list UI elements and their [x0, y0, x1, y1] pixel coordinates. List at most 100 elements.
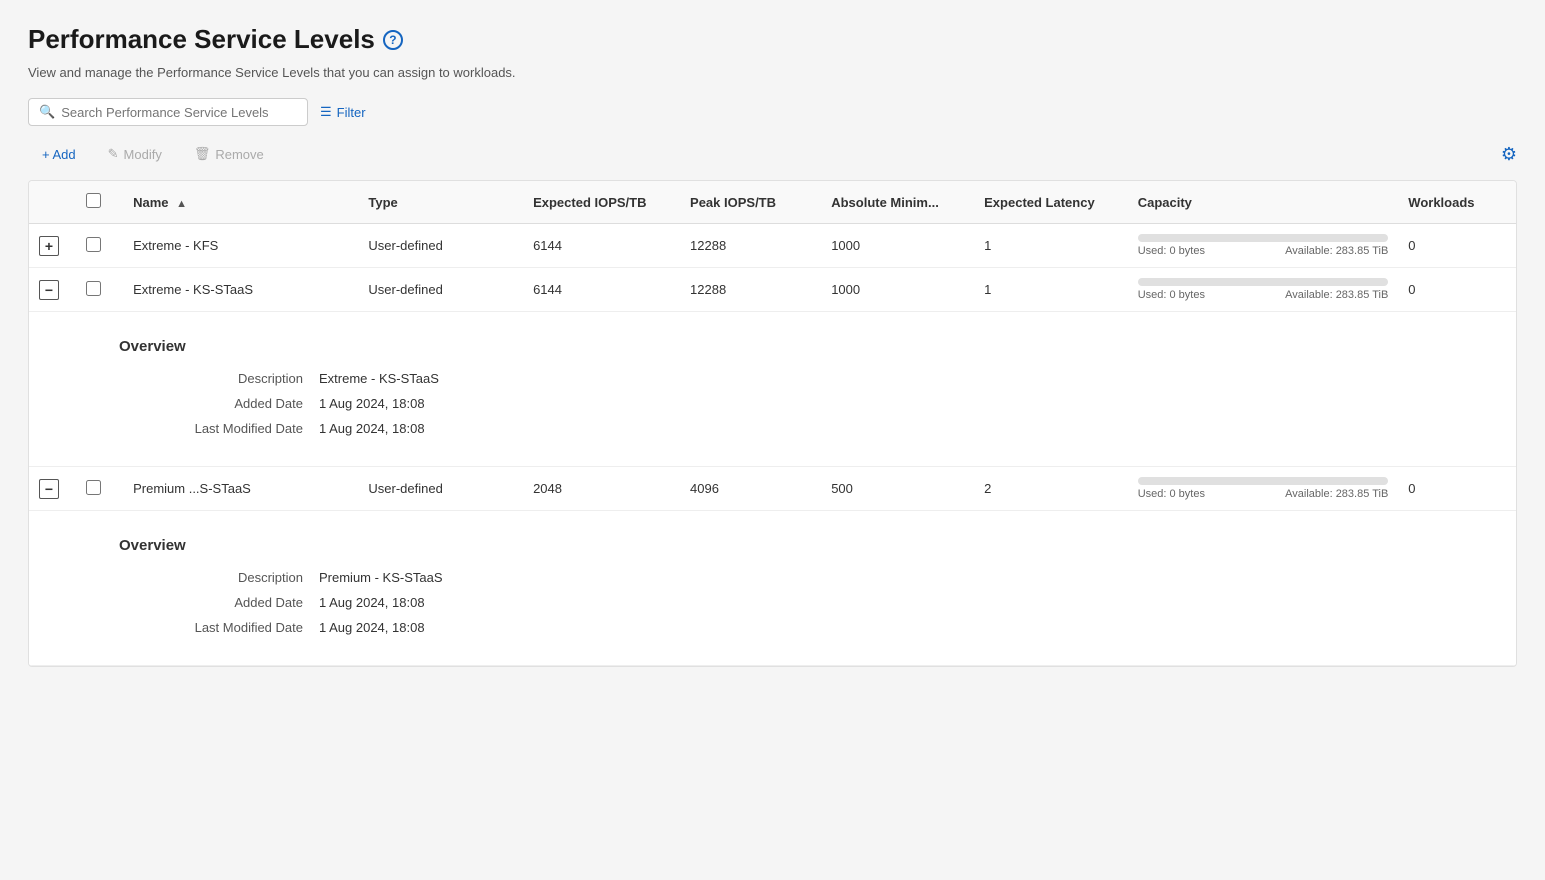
- col-header-type: Type: [358, 181, 523, 224]
- description-label: Description: [119, 371, 319, 386]
- row-checkbox[interactable]: [86, 480, 101, 495]
- capacity-used: Used: 0 bytes: [1138, 289, 1205, 301]
- check-cell: [76, 224, 123, 268]
- select-all-checkbox[interactable]: [86, 193, 101, 208]
- latency-cell: 1: [974, 224, 1128, 268]
- check-cell: [76, 467, 123, 511]
- capacity-available: Available: 283.85 TiB: [1285, 245, 1388, 257]
- row-name: Premium ...S-STaaS: [133, 481, 251, 496]
- capacity-bar: [1138, 278, 1389, 286]
- search-input[interactable]: [61, 105, 297, 120]
- row-latency: 1: [984, 282, 991, 297]
- peak-iops-cell: 12288: [680, 268, 821, 312]
- type-cell: User-defined: [358, 467, 523, 511]
- detail-section: Overview Description Extreme - KS-STaaS …: [39, 322, 1506, 456]
- abs-min-cell: 500: [821, 467, 974, 511]
- detail-cell: Overview Description Premium - KS-STaaS …: [29, 511, 1516, 666]
- capacity-bar: [1138, 234, 1389, 242]
- modified-date-value: 1 Aug 2024, 18:08: [319, 620, 719, 635]
- expand-button[interactable]: +: [39, 236, 59, 256]
- workloads-cell: 0: [1398, 467, 1516, 511]
- capacity-bar-container: Used: 0 bytes Available: 283.85 TiB: [1138, 477, 1389, 500]
- table-row: + Extreme - KFS User-defined 6144: [29, 224, 1516, 268]
- row-workloads: 0: [1408, 238, 1415, 253]
- modify-icon: ✎: [108, 146, 119, 162]
- col-header-workloads: Workloads: [1398, 181, 1516, 224]
- col-header-name[interactable]: Name ▲: [123, 181, 358, 224]
- table-header-row: Name ▲ Type Expected IOPS/TB Peak IOPS/T…: [29, 181, 1516, 224]
- latency-cell: 1: [974, 268, 1128, 312]
- peak-iops-cell: 4096: [680, 467, 821, 511]
- name-cell: Extreme - KFS: [123, 224, 358, 268]
- filter-button[interactable]: ☰ Filter: [320, 104, 366, 120]
- col-header-expected-iops: Expected IOPS/TB: [523, 181, 680, 224]
- description-value: Extreme - KS-STaaS: [319, 371, 719, 386]
- expand-cell: −: [29, 268, 76, 312]
- row-type: User-defined: [368, 481, 442, 496]
- detail-grid: Description Premium - KS-STaaS Added Dat…: [119, 570, 719, 635]
- capacity-bar-container: Used: 0 bytes Available: 283.85 TiB: [1138, 234, 1389, 257]
- capacity-bar-container: Used: 0 bytes Available: 283.85 TiB: [1138, 278, 1389, 301]
- modified-date-label: Last Modified Date: [119, 421, 319, 436]
- detail-row: Overview Description Extreme - KS-STaaS …: [29, 312, 1516, 467]
- detail-cell: Overview Description Extreme - KS-STaaS …: [29, 312, 1516, 467]
- modified-date-value: 1 Aug 2024, 18:08: [319, 421, 719, 436]
- capacity-labels: Used: 0 bytes Available: 283.85 TiB: [1138, 245, 1389, 257]
- detail-row: Overview Description Premium - KS-STaaS …: [29, 511, 1516, 666]
- row-name: Extreme - KFS: [133, 238, 218, 253]
- help-icon[interactable]: ?: [383, 30, 403, 50]
- check-cell: [76, 268, 123, 312]
- added-date-value: 1 Aug 2024, 18:08: [319, 396, 719, 411]
- add-button[interactable]: + Add: [28, 141, 90, 168]
- workloads-cell: 0: [1398, 268, 1516, 312]
- col-header-abs-min: Absolute Minim...: [821, 181, 974, 224]
- row-workloads: 0: [1408, 282, 1415, 297]
- expand-button[interactable]: −: [39, 280, 59, 300]
- filter-icon: ☰: [320, 104, 332, 120]
- modify-label: Modify: [124, 147, 162, 162]
- capacity-labels: Used: 0 bytes Available: 283.85 TiB: [1138, 289, 1389, 301]
- capacity-available: Available: 283.85 TiB: [1285, 488, 1388, 500]
- capacity-cell: Used: 0 bytes Available: 283.85 TiB: [1128, 224, 1399, 268]
- latency-cell: 2: [974, 467, 1128, 511]
- expand-button[interactable]: −: [39, 479, 59, 499]
- col-header-capacity: Capacity: [1128, 181, 1399, 224]
- detail-grid: Description Extreme - KS-STaaS Added Dat…: [119, 371, 719, 436]
- col-header-latency: Expected Latency: [974, 181, 1128, 224]
- abs-min-cell: 1000: [821, 268, 974, 312]
- row-latency: 2: [984, 481, 991, 496]
- capacity-labels: Used: 0 bytes Available: 283.85 TiB: [1138, 488, 1389, 500]
- row-abs-min: 1000: [831, 282, 860, 297]
- expected-iops-cell: 6144: [523, 268, 680, 312]
- table-row: − Premium ...S-STaaS User-defined 2048: [29, 467, 1516, 511]
- row-abs-min: 500: [831, 481, 853, 496]
- detail-section-title: Overview: [119, 537, 1446, 554]
- col-name-label: Name: [133, 195, 168, 210]
- settings-button[interactable]: ⚙: [1501, 144, 1517, 165]
- added-date-label: Added Date: [119, 595, 319, 610]
- name-cell: Premium ...S-STaaS: [123, 467, 358, 511]
- abs-min-cell: 1000: [821, 224, 974, 268]
- added-date-label: Added Date: [119, 396, 319, 411]
- row-type: User-defined: [368, 282, 442, 297]
- description-value: Premium - KS-STaaS: [319, 570, 719, 585]
- sort-icon: ▲: [176, 198, 187, 210]
- filter-label: Filter: [337, 105, 366, 120]
- expected-iops-cell: 2048: [523, 467, 680, 511]
- capacity-bar: [1138, 477, 1389, 485]
- action-toolbar: + Add ✎ Modify 🗑 Remove ⚙: [28, 140, 1517, 168]
- modify-button[interactable]: ✎ Modify: [94, 140, 176, 168]
- row-checkbox[interactable]: [86, 281, 101, 296]
- workloads-cell: 0: [1398, 224, 1516, 268]
- capacity-used: Used: 0 bytes: [1138, 488, 1205, 500]
- page-title: Performance Service Levels: [28, 24, 375, 55]
- remove-button[interactable]: 🗑 Remove: [180, 140, 278, 168]
- capacity-cell: Used: 0 bytes Available: 283.85 TiB: [1128, 268, 1399, 312]
- peak-iops-cell: 12288: [680, 224, 821, 268]
- row-checkbox[interactable]: [86, 237, 101, 252]
- col-check: [76, 181, 123, 224]
- remove-label: Remove: [215, 147, 263, 162]
- page-subtitle: View and manage the Performance Service …: [28, 65, 1517, 80]
- remove-icon: 🗑: [194, 146, 211, 162]
- search-box: 🔍: [28, 98, 308, 126]
